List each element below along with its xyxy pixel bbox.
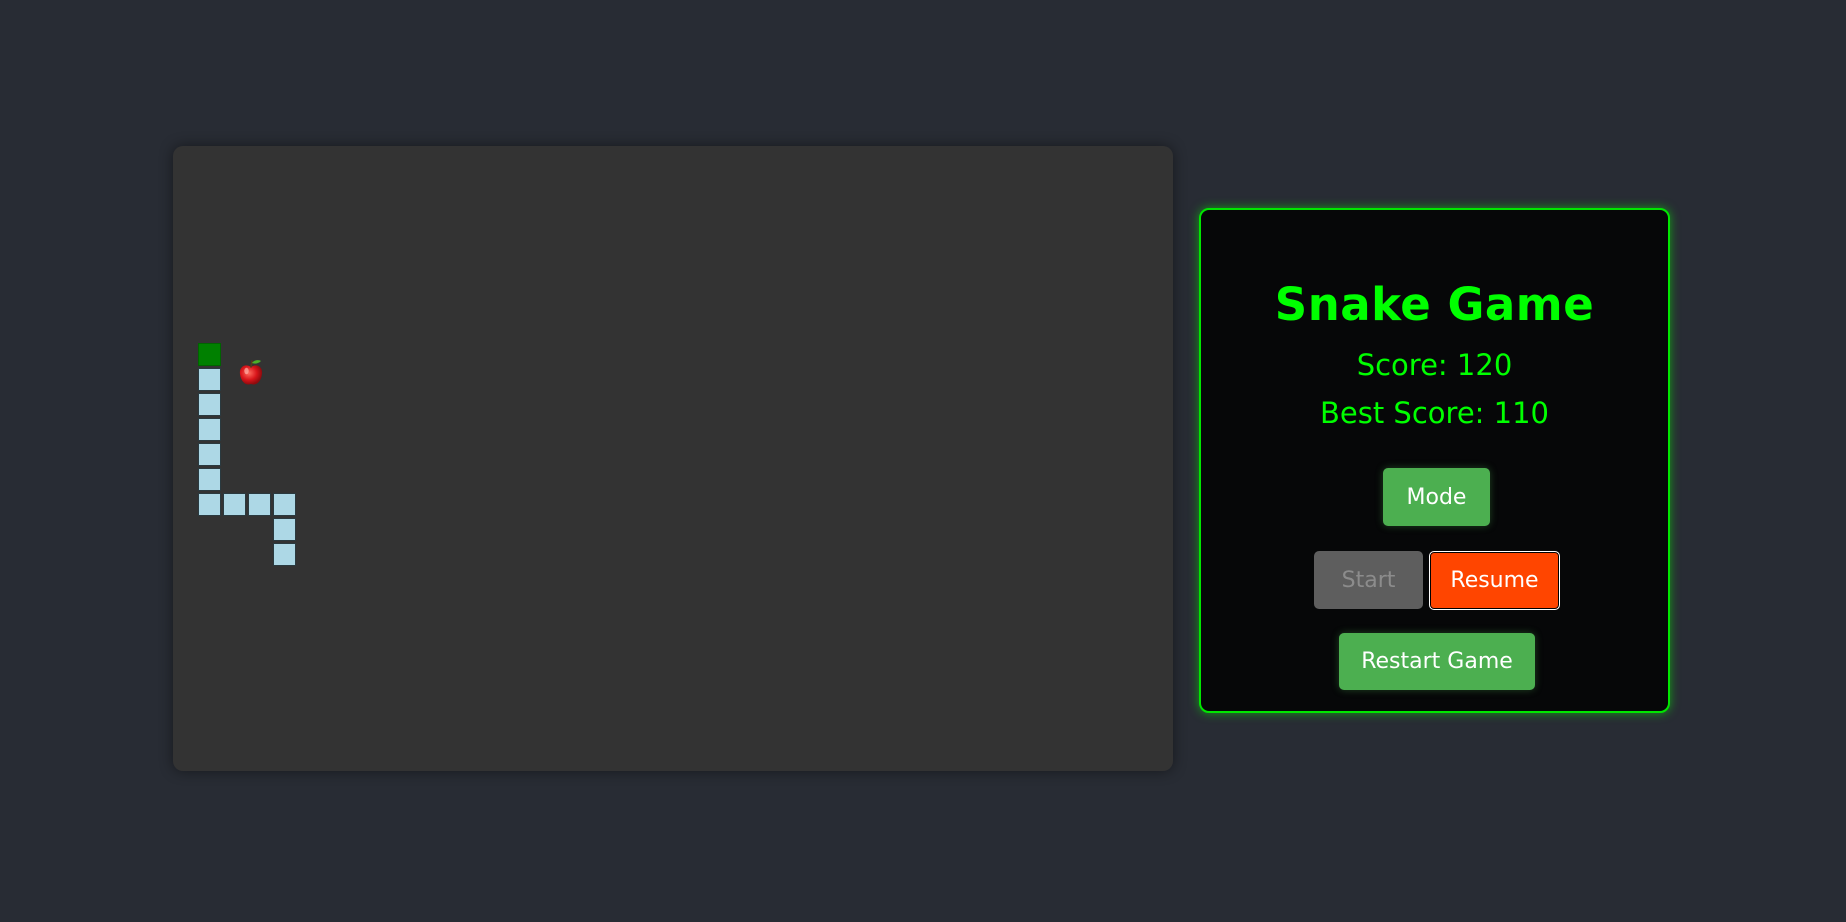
best-score-display: Best Score: 110 [1320, 396, 1549, 430]
game-title: Snake Game [1274, 278, 1595, 331]
snake-segment [198, 418, 221, 441]
snake-segment [198, 468, 221, 491]
snake-segment [273, 543, 296, 566]
snake-segment [223, 493, 246, 516]
start-button[interactable]: Start [1314, 551, 1423, 609]
snake-segment [273, 518, 296, 541]
score-display: Score: 120 [1356, 348, 1513, 382]
resume-button[interactable]: Resume [1429, 551, 1560, 610]
apple-icon [236, 358, 266, 388]
snake-segment [273, 493, 296, 516]
game-page: Snake Game Score: 120 Best Score: 110 Mo… [0, 0, 1846, 922]
snake-segment [198, 443, 221, 466]
control-panel: Snake Game Score: 120 Best Score: 110 Mo… [1199, 208, 1670, 713]
mode-button[interactable]: Mode [1383, 468, 1490, 526]
snake-segment [198, 493, 221, 516]
snake-segment [198, 393, 221, 416]
snake-segment [248, 493, 271, 516]
snake-head [198, 343, 221, 366]
game-board[interactable] [173, 146, 1173, 771]
snake-segment [198, 368, 221, 391]
restart-game-button[interactable]: Restart Game [1339, 633, 1535, 690]
